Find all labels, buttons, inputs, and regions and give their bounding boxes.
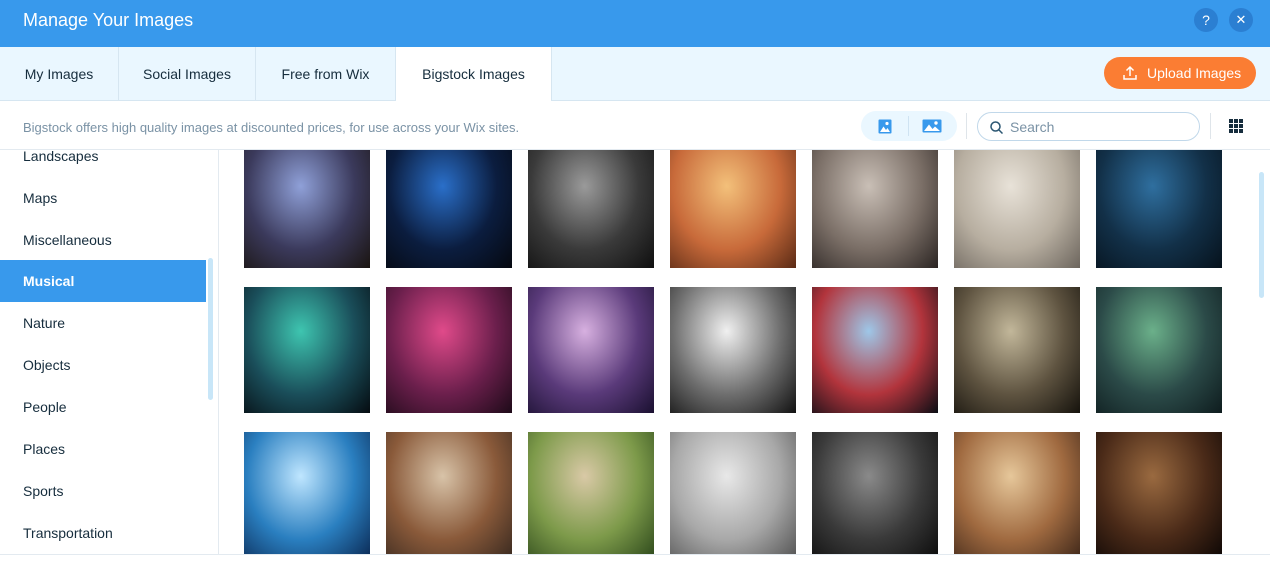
title-bar: Manage Your Images ? ✕ — [0, 0, 1270, 47]
upload-icon — [1123, 65, 1137, 80]
category-musical[interactable]: Musical — [0, 260, 206, 302]
image-thumbnail-stage-light-beams[interactable] — [244, 432, 370, 554]
window-title: Manage Your Images — [23, 10, 194, 30]
category-transportation[interactable]: Transportation — [0, 512, 206, 554]
upload-images-button[interactable]: Upload Images — [1104, 57, 1256, 89]
toolbar: Bigstock offers high quality images at d… — [0, 101, 1270, 150]
image-thumbnail-mixing-console[interactable] — [1096, 287, 1222, 413]
tab-free-from-wix[interactable]: Free from Wix — [256, 47, 396, 101]
search-input[interactable] — [1010, 117, 1190, 137]
category-places[interactable]: Places — [0, 428, 206, 470]
category-sidebar: Landscapes Maps Miscellaneous Musical Na… — [0, 150, 219, 563]
bottom-edge — [0, 554, 1270, 563]
help-button[interactable]: ? — [1194, 8, 1218, 32]
category-people[interactable]: People — [0, 386, 206, 428]
image-thumbnail-guitar-strings-bw[interactable] — [812, 432, 938, 554]
category-sports[interactable]: Sports — [0, 470, 206, 512]
tab-bigstock-images[interactable]: Bigstock Images — [396, 47, 552, 102]
tab-bar: My Images Social Images Free from Wix Bi… — [0, 47, 1270, 102]
category-miscellaneous[interactable]: Miscellaneous — [0, 219, 206, 261]
portrait-images-button[interactable] — [861, 111, 909, 141]
image-thumbnail-play-button-touch[interactable] — [528, 287, 654, 413]
grid-scrollbar[interactable] — [1259, 172, 1264, 298]
info-text: Bigstock offers high quality images at d… — [23, 120, 520, 135]
image-thumbnail-woman-headphones-grass[interactable] — [528, 432, 654, 554]
landscape-image-icon — [922, 119, 942, 133]
search-box[interactable] — [977, 112, 1200, 141]
image-thumbnail-electric-guitar-bw[interactable] — [528, 150, 654, 268]
image-thumbnail-confetti-stage[interactable] — [812, 287, 938, 413]
category-nature[interactable]: Nature — [0, 302, 206, 344]
image-thumbnail-crowd-bw[interactable] — [670, 287, 796, 413]
upload-images-label: Upload Images — [1147, 65, 1242, 81]
category-maps[interactable]: Maps — [0, 177, 206, 219]
grid-view-button[interactable] — [1229, 119, 1245, 135]
grid-view-icon — [1229, 119, 1243, 133]
image-grid — [220, 150, 1270, 554]
close-button[interactable]: ✕ — [1229, 8, 1253, 32]
image-thumbnail-ukulele-drum[interactable] — [1096, 432, 1222, 554]
image-thumbnail-acoustic-guitar-hands[interactable] — [954, 432, 1080, 554]
category-objects[interactable]: Objects — [0, 344, 206, 386]
image-thumbnail-vintage-microphone[interactable] — [670, 432, 796, 554]
toolbar-divider — [1210, 113, 1211, 139]
image-thumbnail-dj-stage-lights[interactable] — [386, 150, 512, 268]
image-thumbnail-studio-microphone[interactable] — [386, 287, 512, 413]
image-thumbnail-vinyl-turntable[interactable] — [812, 150, 938, 268]
image-type-toggle — [861, 111, 957, 141]
image-thumbnail-heart-hands-concert[interactable] — [244, 287, 370, 413]
image-thumbnail-children-ukulele[interactable] — [386, 432, 512, 554]
image-thumbnail-drummer[interactable] — [954, 287, 1080, 413]
image-thumbnail-girl-headphones[interactable] — [954, 150, 1080, 268]
tab-my-images[interactable]: My Images — [0, 47, 119, 101]
image-thumbnail-concert-crowd[interactable] — [244, 150, 370, 268]
image-thumbnail-band-on-stage[interactable] — [1096, 150, 1222, 268]
category-landscapes[interactable]: Landscapes — [0, 150, 206, 177]
landscape-images-button[interactable] — [909, 111, 957, 141]
sidebar-scrollbar[interactable] — [208, 258, 213, 400]
tab-social-images[interactable]: Social Images — [119, 47, 256, 101]
toolbar-divider — [966, 113, 967, 139]
portrait-image-icon — [878, 119, 892, 134]
image-thumbnail-microphone-bokeh[interactable] — [670, 150, 796, 268]
search-icon — [990, 121, 1003, 134]
